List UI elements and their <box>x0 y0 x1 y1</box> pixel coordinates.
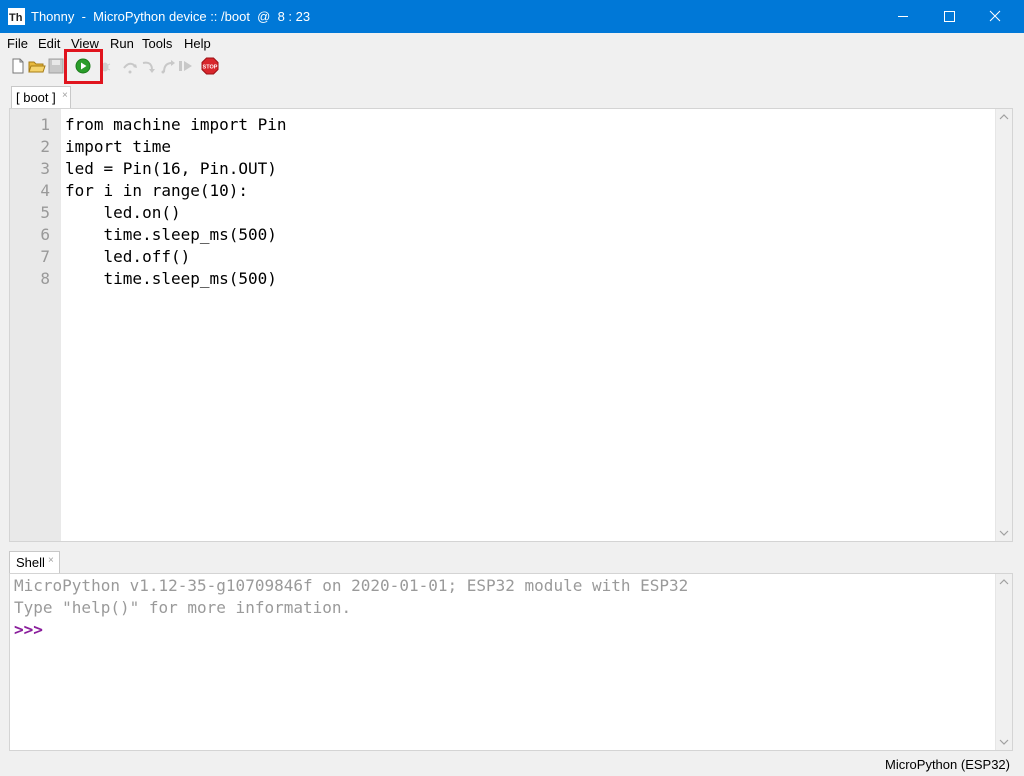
code-line[interactable]: time.sleep_ms(500) <box>65 225 277 244</box>
interpreter-status[interactable]: MicroPython (ESP32) <box>885 757 1010 772</box>
stop-sign-icon: STOP <box>201 57 219 75</box>
scroll-up-arrow-icon[interactable] <box>999 577 1009 587</box>
code-line[interactable]: time.sleep_ms(500) <box>65 269 277 288</box>
maximize-icon <box>944 11 955 22</box>
status-bar: MicroPython (ESP32) <box>0 752 1024 776</box>
step-over-button[interactable] <box>121 57 139 75</box>
code-editor[interactable]: 1 2 3 4 5 6 7 8 from machine import Pin … <box>9 108 1013 542</box>
code-line[interactable]: import time <box>65 137 171 156</box>
tab-close-icon[interactable]: × <box>48 555 54 566</box>
step-into-icon <box>142 61 155 73</box>
toolbar: STOP <box>0 53 1024 81</box>
shell-prompt[interactable]: >>> <box>14 620 43 639</box>
open-folder-icon <box>28 61 46 73</box>
tab-shell-label: Shell <box>16 555 45 570</box>
step-out-icon <box>161 60 175 74</box>
scroll-up-arrow-icon[interactable] <box>999 112 1009 122</box>
resume-icon <box>179 61 192 71</box>
menu-help[interactable]: Help <box>184 36 211 51</box>
tab-shell[interactable]: Shell × <box>9 551 60 573</box>
shell-tab-bar: Shell × <box>0 549 1024 573</box>
line-number: 3 <box>40 159 50 178</box>
run-button-highlight <box>64 49 103 84</box>
editor-vertical-scrollbar[interactable] <box>995 109 1012 541</box>
tab-boot-label: [ boot ] <box>16 90 56 105</box>
title-bar: Th Thonny - MicroPython device :: /boot … <box>0 0 1024 33</box>
scroll-down-arrow-icon[interactable] <box>999 528 1009 538</box>
shell-output-line: Type "help()" for more information. <box>14 598 352 617</box>
close-window-button[interactable] <box>972 0 1018 33</box>
step-over-icon <box>123 62 137 74</box>
open-file-button[interactable] <box>28 57 46 75</box>
menu-tools[interactable]: Tools <box>142 36 172 51</box>
stop-label: STOP <box>203 65 218 71</box>
new-file-icon <box>12 58 24 74</box>
svg-text:Th: Th <box>9 12 23 24</box>
shell-output-line: MicroPython v1.12-35-g10709846f on 2020-… <box>14 576 689 595</box>
tab-close-icon[interactable]: × <box>62 90 68 101</box>
menu-edit[interactable]: Edit <box>38 36 60 51</box>
line-number: 4 <box>40 181 50 200</box>
code-line[interactable]: from machine import Pin <box>65 115 287 134</box>
menu-bar: File Edit View Run Tools Help <box>0 33 1024 53</box>
resume-button[interactable] <box>177 57 195 75</box>
maximize-button[interactable] <box>926 0 972 33</box>
menu-file[interactable]: File <box>7 36 28 51</box>
save-disk-icon <box>48 58 64 74</box>
save-file-button[interactable] <box>47 57 65 75</box>
line-number: 1 <box>40 115 50 134</box>
line-number: 8 <box>40 269 50 288</box>
shell-console[interactable]: MicroPython v1.12-35-g10709846f on 2020-… <box>9 573 1013 751</box>
scroll-down-arrow-icon[interactable] <box>999 737 1009 747</box>
shell-vertical-scrollbar[interactable] <box>995 574 1012 750</box>
thonny-logo-icon: Th <box>8 8 25 25</box>
code-line[interactable]: for i in range(10): <box>65 181 248 200</box>
line-number: 6 <box>40 225 50 244</box>
code-line[interactable]: led.on() <box>65 203 181 222</box>
line-number: 7 <box>40 247 50 266</box>
close-icon <box>989 10 1001 22</box>
step-into-button[interactable] <box>140 57 158 75</box>
minimize-button[interactable] <box>880 0 926 33</box>
new-file-button[interactable] <box>9 57 27 75</box>
tab-boot[interactable]: [ boot ] × <box>11 86 71 108</box>
line-number: 5 <box>40 203 50 222</box>
step-out-button[interactable] <box>159 57 177 75</box>
stop-button[interactable]: STOP <box>201 57 219 75</box>
window-title: Thonny - MicroPython device :: /boot @ 8… <box>31 9 311 24</box>
code-line[interactable]: led.off() <box>65 247 191 266</box>
editor-tab-bar: [ boot ] × <box>0 84 1024 108</box>
minimize-icon <box>898 16 908 17</box>
menu-run[interactable]: Run <box>110 36 134 51</box>
line-number: 2 <box>40 137 50 156</box>
line-number-gutter: 1 2 3 4 5 6 7 8 <box>10 109 61 541</box>
code-line[interactable]: led = Pin(16, Pin.OUT) <box>65 159 277 178</box>
